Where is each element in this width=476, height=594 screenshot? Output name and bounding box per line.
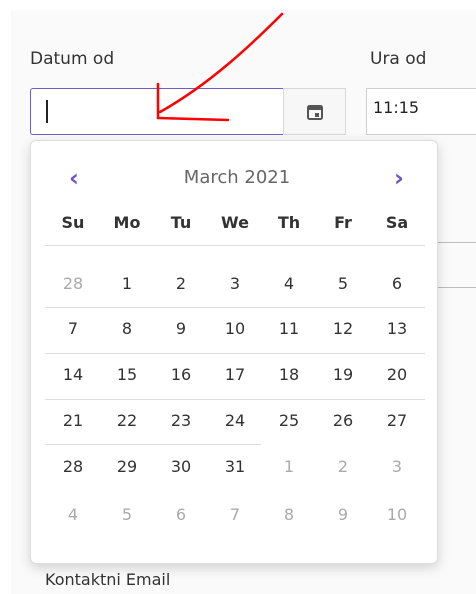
calendar-day[interactable]: 15	[108, 365, 146, 384]
chevron-right-icon[interactable]: ›	[387, 166, 411, 190]
calendar-day[interactable]: 20	[378, 365, 416, 384]
calendar-day[interactable]: 2	[324, 457, 362, 476]
calendar-day[interactable]: 2	[162, 274, 200, 293]
weekday-header: Mo	[113, 213, 141, 232]
calendar-day[interactable]: 5	[324, 274, 362, 293]
calendar-day[interactable]: 10	[378, 505, 416, 524]
calendar-day[interactable]: 28	[54, 457, 92, 476]
form-field-line	[437, 287, 476, 288]
time-input[interactable]: 11:15	[366, 88, 476, 135]
calendar-day[interactable]: 22	[108, 411, 146, 430]
calendar-day[interactable]: 7	[216, 505, 254, 524]
calendar-day[interactable]: 27	[378, 411, 416, 430]
calendar-divider	[45, 444, 261, 445]
weekday-header: Sa	[385, 213, 409, 232]
calendar-day[interactable]: 8	[108, 319, 146, 338]
top-margin	[0, 0, 476, 10]
calendar-divider	[45, 245, 425, 246]
calendar-day[interactable]: 16	[162, 365, 200, 384]
calendar-day[interactable]: 13	[378, 319, 416, 338]
calendar-day[interactable]: 11	[270, 319, 308, 338]
calendar-day[interactable]: 3	[378, 457, 416, 476]
left-margin	[0, 0, 11, 594]
form-field-line	[437, 242, 476, 243]
month-title: March 2021	[183, 167, 291, 188]
calendar-day[interactable]: 9	[162, 319, 200, 338]
calendar-day[interactable]: 6	[162, 505, 200, 524]
calendar-day[interactable]: 8	[270, 505, 308, 524]
calendar-day[interactable]: 14	[54, 365, 92, 384]
calendar-day[interactable]: 21	[54, 411, 92, 430]
weekday-header: Th	[277, 213, 301, 232]
weekday-header: We	[221, 213, 249, 232]
calendar-day[interactable]: 17	[216, 365, 254, 384]
calendar-day[interactable]: 12	[324, 319, 362, 338]
calendar-day[interactable]: 25	[270, 411, 308, 430]
chevron-left-icon[interactable]: ‹	[62, 166, 86, 190]
annotation-arrow	[156, 12, 284, 122]
calendar-day[interactable]: 29	[108, 457, 146, 476]
calendar-day[interactable]: 3	[216, 274, 254, 293]
calendar-day[interactable]: 4	[54, 505, 92, 524]
text-caret	[46, 100, 48, 123]
calendar-day[interactable]: 9	[324, 505, 362, 524]
contact-email-label: Kontaktni Email	[45, 570, 171, 589]
date-picker-popup: ‹ March 2021 › Su Mo Tu We Th Fr Sa 28 1…	[30, 140, 438, 564]
calendar-day[interactable]: 1	[270, 457, 308, 476]
date-label: Datum od	[30, 49, 115, 69]
weekday-header: Tu	[170, 213, 192, 232]
calendar-day[interactable]: 24	[216, 411, 254, 430]
calendar-day[interactable]: 4	[270, 274, 308, 293]
calendar-day[interactable]: 7	[54, 319, 92, 338]
time-label: Ura od	[370, 49, 427, 69]
calendar-day[interactable]: 31	[216, 457, 254, 476]
calendar-day[interactable]: 28	[54, 274, 92, 293]
calendar-day[interactable]: 1	[108, 274, 146, 293]
calendar-day[interactable]: 10	[216, 319, 254, 338]
calendar-divider	[45, 399, 425, 400]
calendar-day[interactable]: 23	[162, 411, 200, 430]
weekday-header: Su	[61, 213, 85, 232]
calendar-divider	[45, 307, 425, 308]
calendar-day[interactable]: 5	[108, 505, 146, 524]
calendar-day[interactable]: 30	[162, 457, 200, 476]
weekday-header: Fr	[334, 213, 352, 232]
calendar-divider	[45, 353, 425, 354]
calendar-day[interactable]: 19	[324, 365, 362, 384]
calendar-icon	[306, 104, 323, 120]
calendar-day[interactable]: 26	[324, 411, 362, 430]
calendar-day[interactable]: 6	[378, 274, 416, 293]
calendar-day[interactable]: 18	[270, 365, 308, 384]
